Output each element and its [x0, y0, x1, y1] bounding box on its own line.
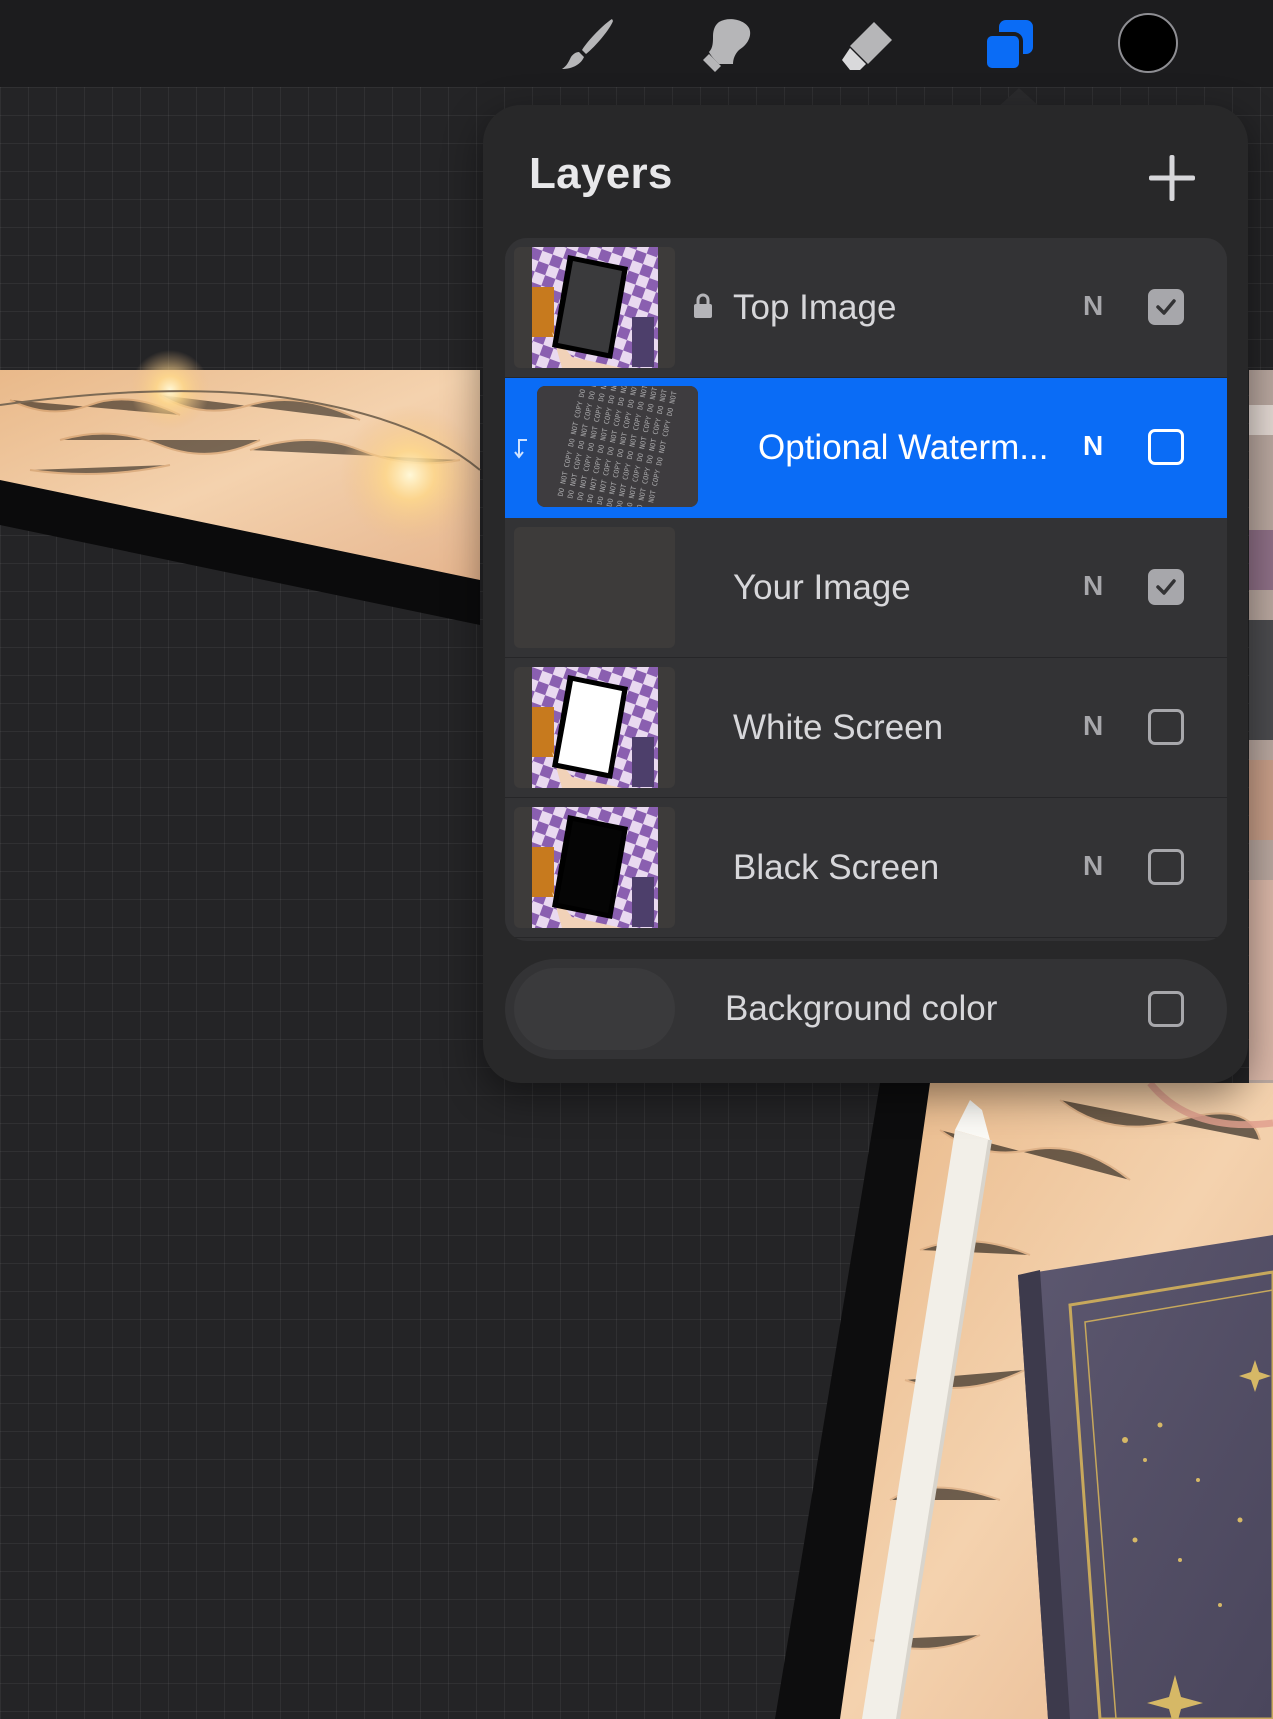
visibility-checkbox[interactable] [1148, 289, 1184, 325]
eraser-icon [842, 22, 892, 70]
layer-thumbnail [514, 247, 675, 368]
brush-tool-button[interactable] [558, 14, 618, 74]
layer-name: Optional Waterm... [758, 428, 1049, 467]
color-picker-button[interactable] [1118, 13, 1178, 73]
watermark-pattern-thumbnail: DO NOT COPY DO NOT COPY DO NOT DO NOT CO… [537, 386, 698, 507]
blend-mode-button[interactable]: N [1083, 850, 1103, 882]
layer-row-top-image[interactable]: Top Image N [505, 238, 1227, 378]
blend-mode-button[interactable]: N [1083, 290, 1103, 322]
visibility-checkbox[interactable] [1148, 569, 1184, 605]
layers-icon [983, 20, 1033, 72]
blend-mode-button[interactable]: N [1083, 430, 1103, 462]
brush-icon [562, 19, 613, 69]
visibility-checkbox[interactable] [1148, 429, 1184, 465]
lock-icon [694, 293, 712, 318]
layer-thumbnail [514, 807, 675, 928]
layers-tool-button[interactable] [979, 14, 1039, 74]
layer-row-optional-watermark[interactable]: DO NOT COPY DO NOT COPY DO NOT DO NOT CO… [505, 378, 1227, 518]
layer-row-black-screen[interactable]: Black Screen N [505, 798, 1227, 938]
checkmark-icon [1156, 579, 1176, 595]
tablet-mockup-thumbnail [532, 247, 658, 368]
visibility-checkbox[interactable] [1148, 849, 1184, 885]
plus-icon [1149, 155, 1195, 201]
eraser-tool-button[interactable] [838, 14, 898, 74]
popover-arrow [999, 88, 1039, 106]
background-visibility-checkbox[interactable] [1148, 991, 1184, 1027]
layers-panel: Layers Top Image N DO NOT COPY DO NOT CO… [483, 105, 1248, 1083]
layer-name: Black Screen [733, 848, 940, 887]
background-color-swatch[interactable] [514, 968, 675, 1050]
checkmark-icon [1156, 299, 1176, 315]
panel-title: Layers [529, 149, 673, 198]
layer-thumbnail: DO NOT COPY DO NOT COPY DO NOT DO NOT CO… [537, 386, 698, 507]
tablet-mockup-thumbnail [532, 667, 658, 788]
layer-name: Your Image [733, 568, 911, 607]
blend-mode-button[interactable]: N [1083, 710, 1103, 742]
layer-row-white-screen[interactable]: White Screen N [505, 658, 1227, 798]
visibility-checkbox[interactable] [1148, 709, 1184, 745]
layer-thumbnail [514, 527, 675, 648]
tablet-mockup-thumbnail [532, 807, 658, 928]
background-color-row[interactable]: Background color [505, 959, 1227, 1059]
blend-mode-button[interactable]: N [1083, 570, 1103, 602]
background-color-label: Background color [725, 989, 998, 1028]
layer-list: Top Image N DO NOT COPY DO NOT COPY DO N… [505, 238, 1227, 941]
add-layer-button[interactable] [1145, 151, 1199, 205]
layer-thumbnail [514, 667, 675, 788]
layer-name: White Screen [733, 708, 944, 747]
layer-row-your-image[interactable]: Your Image N [505, 518, 1227, 658]
top-toolbar [0, 0, 1273, 87]
smudge-icon [703, 19, 751, 72]
layer-name: Top Image [733, 288, 897, 327]
clipping-mask-icon [514, 439, 527, 459]
smudge-tool-button[interactable] [699, 14, 759, 74]
